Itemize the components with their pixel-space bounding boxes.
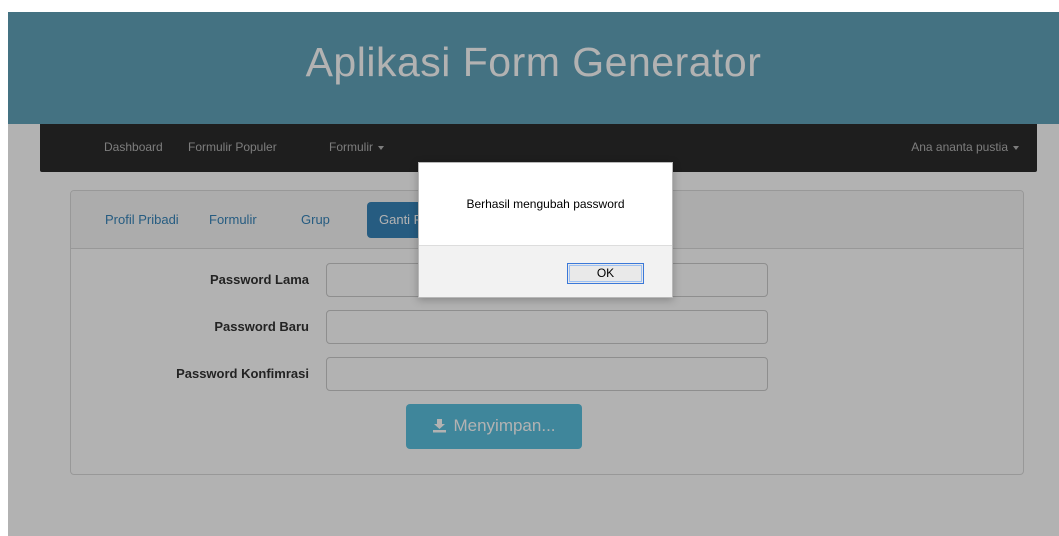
dialog-footer: OK	[419, 245, 672, 297]
dialog-message: Berhasil mengubah password	[466, 197, 625, 211]
alert-dialog: Berhasil mengubah password OK	[418, 162, 673, 298]
ok-button[interactable]: OK	[567, 263, 644, 284]
